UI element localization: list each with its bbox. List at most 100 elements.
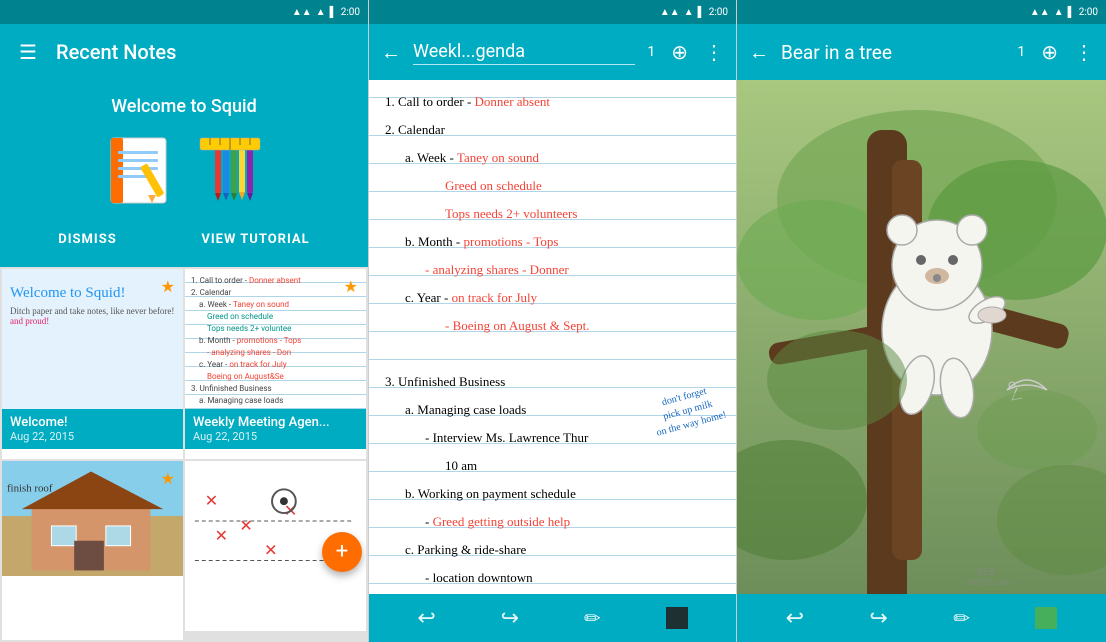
time-3: 2:00 <box>1079 7 1098 18</box>
menu-button[interactable]: ☰ <box>16 40 40 64</box>
pen-button-2[interactable]: ✏ <box>584 606 601 630</box>
time-2: 2:00 <box>709 7 728 18</box>
note-line-2: 2. Calendar <box>385 116 720 144</box>
more-button-3[interactable]: ⋮ <box>1070 36 1098 68</box>
status-bar-1: ▲▲ ▲ ▌ 2:00 <box>0 0 368 24</box>
note-line-13: 10 am <box>385 452 720 480</box>
note-card-footer-welcome: Welcome! Aug 22, 2015 <box>2 409 183 449</box>
star-icon-house: ★ <box>161 469 175 488</box>
notes-grid: ★ Welcome to Squid! Ditch paper and take… <box>0 267 368 642</box>
hamburger-icon: ☰ <box>19 40 37 64</box>
battery-icon: ▌ <box>330 7 337 18</box>
redo-button-3[interactable]: ↪ <box>869 606 887 631</box>
pencils-icon <box>195 133 265 208</box>
dismiss-button[interactable]: DISMISS <box>50 228 124 251</box>
note-line-16: c. Parking & ride-share <box>385 536 720 564</box>
panel-recent-notes: ▲▲ ▲ ▌ 2:00 ☰ Recent Notes Welcome to Sq… <box>0 0 368 642</box>
note-spacer-2 <box>385 592 720 594</box>
wifi-icon: ▲ <box>316 7 326 18</box>
bear-scene-svg: BEB JRFED.com <box>737 80 1106 594</box>
banner-title: Welcome to Squid <box>111 96 257 117</box>
undo-button-3[interactable]: ↩ <box>786 606 804 631</box>
note-card-drawing[interactable]: ★ ✕ ✕ ✕ ✕ ✕ + <box>185 461 366 631</box>
svg-text:✕: ✕ <box>215 525 228 544</box>
status-bar-3: ▲▲ ▲ ▌ 2:00 <box>737 0 1106 24</box>
note-card-footer-weekly: Weekly Meeting Agen... Aug 22, 2015 <box>185 409 366 449</box>
undo-button-2[interactable]: ↩ <box>417 606 435 631</box>
add-page-button-2[interactable]: ⊕ <box>667 36 692 68</box>
note-line-15: - Greed getting outside help <box>385 508 720 536</box>
svg-text:finish roof: finish roof <box>7 482 53 494</box>
page-title: Recent Notes <box>56 40 352 64</box>
notebook-icon-1 <box>103 133 183 208</box>
signal-icon-3: ▲▲ <box>1030 7 1050 18</box>
banner-illustrations <box>103 133 265 208</box>
note-line-1: 1. Call to order - Donner absent <box>385 88 720 116</box>
bottom-toolbar-3: ↩ ↪ ✏ <box>737 594 1106 642</box>
welcome-note-text: Welcome to Squid! <box>10 285 175 302</box>
panel-bear: ▲▲ ▲ ▌ 2:00 ← Bear in a tree 1 ⊕ ⋮ <box>737 0 1106 642</box>
house-image: finish roof <box>2 461 183 576</box>
view-tutorial-button[interactable]: VIEW TUTORIAL <box>193 228 317 251</box>
signal-icon-2: ▲▲ <box>660 7 680 18</box>
status-icons-3: ▲▲ ▲ ▌ 2:00 <box>1030 7 1098 18</box>
svg-text:✕: ✕ <box>264 540 277 559</box>
note-line-6: b. Month - promotions - Tops <box>385 228 720 256</box>
status-bar-2: ▲▲ ▲ ▌ 2:00 <box>369 0 736 24</box>
note-card-weekly[interactable]: ★ 1. Call to order - Donner absent 2. Ca… <box>185 269 366 459</box>
banner-actions: DISMISS VIEW TUTORIAL <box>16 224 352 251</box>
note-content-area: 1. Call to order - Donner absent 2. Cale… <box>369 80 736 594</box>
welcome-note-sub: Ditch paper and take notes, like never b… <box>10 306 175 316</box>
weekly-note-preview: 1. Call to order - Donner absent 2. Cale… <box>191 275 360 409</box>
bear-note-title[interactable]: Bear in a tree <box>781 39 1005 66</box>
status-icons-2: ▲▲ ▲ ▌ 2:00 <box>660 7 728 18</box>
fab-button[interactable]: + <box>322 532 362 572</box>
page-number-2: 1 <box>643 44 659 60</box>
status-icons-1: ▲▲ ▲ ▌ 2:00 <box>292 7 360 18</box>
color-square-button-3[interactable] <box>1035 607 1057 629</box>
wifi-icon-2: ▲ <box>684 7 694 18</box>
svg-text:JRFED.com: JRFED.com <box>967 578 1010 587</box>
note-line-3: a. Week - Taney on sound <box>385 144 720 172</box>
star-icon-weekly: ★ <box>344 277 358 296</box>
note-line-14: b. Working on payment schedule <box>385 480 720 508</box>
note-title-editable[interactable]: Weekl...genda <box>413 39 635 65</box>
app-bar-1: ☰ Recent Notes <box>0 24 368 80</box>
signal-icon: ▲▲ <box>292 7 312 18</box>
note-card-welcome[interactable]: ★ Welcome to Squid! Ditch paper and take… <box>2 269 183 459</box>
redo-button-2[interactable]: ↪ <box>501 606 519 631</box>
svg-text:✕: ✕ <box>239 515 252 534</box>
note-date-welcome: Aug 22, 2015 <box>10 430 175 443</box>
battery-icon-2: ▌ <box>698 7 705 18</box>
note-date-weekly: Aug 22, 2015 <box>193 430 358 443</box>
svg-text:✕: ✕ <box>205 491 218 510</box>
note-line-17: - location downtown <box>385 564 720 592</box>
page-number-3: 1 <box>1013 44 1029 60</box>
add-page-button-3[interactable]: ⊕ <box>1037 36 1062 68</box>
welcome-note-proud: and proud! <box>10 316 175 326</box>
wifi-icon-3: ▲ <box>1054 7 1064 18</box>
note-line-9: - Boeing on August & Sept. <box>385 312 720 340</box>
svg-text:BEB: BEB <box>977 567 995 577</box>
back-button-3[interactable]: ← <box>745 36 773 69</box>
back-button-2[interactable]: ← <box>377 36 405 69</box>
pen-button-3[interactable]: ✏ <box>953 606 970 630</box>
house-svg: finish roof <box>2 461 183 576</box>
color-square-button-2[interactable] <box>666 607 688 629</box>
note-line-10: 3. Unfinished Business <box>385 368 720 396</box>
star-icon-welcome: ★ <box>161 277 175 296</box>
note-title-welcome: Welcome! <box>10 415 175 430</box>
battery-icon-3: ▌ <box>1068 7 1075 18</box>
note-line-5: Tops needs 2+ volunteers <box>385 200 720 228</box>
note-card-house[interactable]: ★ <box>2 461 183 641</box>
note-line-7: - analyzing shares - Donner <box>385 256 720 284</box>
toolbar-3: ← Bear in a tree 1 ⊕ ⋮ <box>737 24 1106 80</box>
note-line-8: c. Year - on track for July <box>385 284 720 312</box>
bottom-toolbar-2: ↩ ↪ ✏ <box>369 594 736 642</box>
toolbar-2: ← Weekl...genda 1 ⊕ ⋮ <box>369 24 736 80</box>
more-button-2[interactable]: ⋮ <box>700 36 728 68</box>
drawing-preview: ✕ ✕ ✕ ✕ ✕ + <box>185 461 366 576</box>
welcome-banner: Welcome to Squid <box>0 80 368 267</box>
note-spacer-1 <box>385 340 720 368</box>
bear-image-area: BEB JRFED.com <box>737 80 1106 594</box>
